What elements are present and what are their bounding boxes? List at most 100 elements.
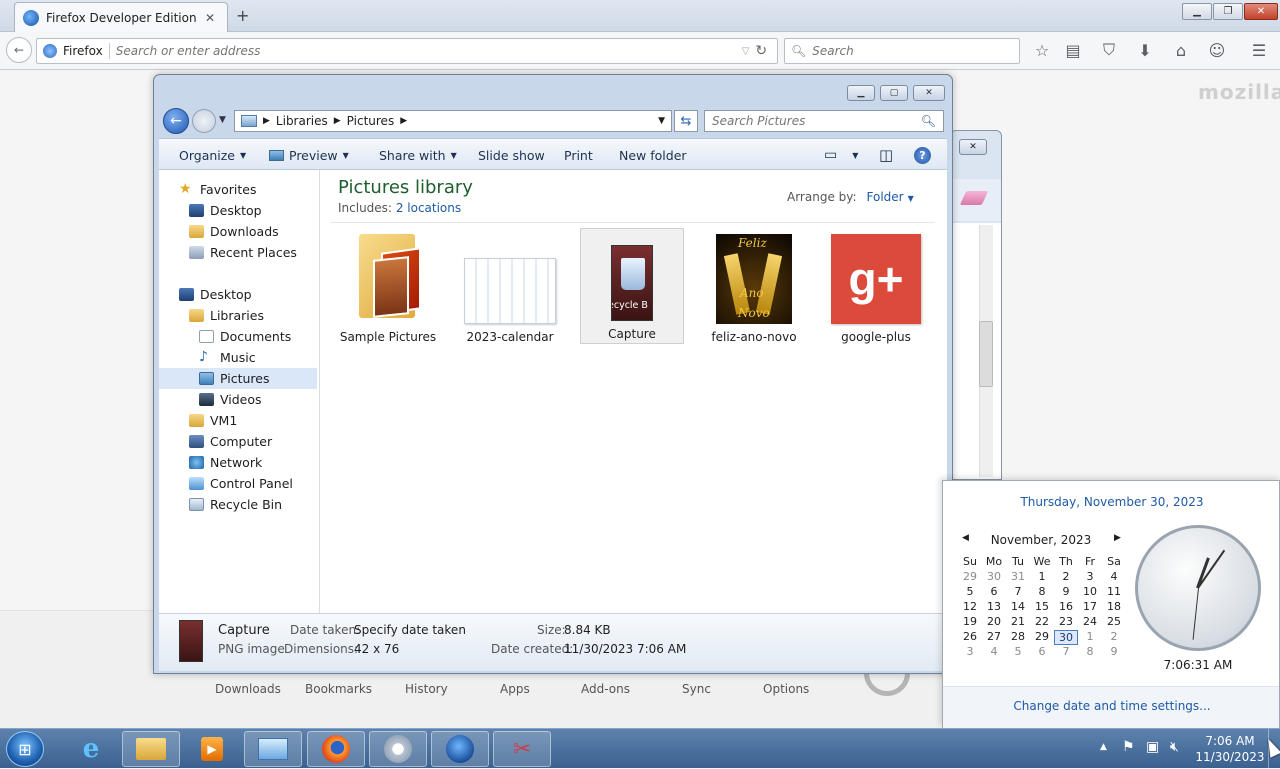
close-button[interactable]: ✕ <box>1244 3 1278 20</box>
calendar-day[interactable]: 23 <box>1054 615 1078 630</box>
explorer-window[interactable]: ▁ ▢ ✕ ← ▼ ▶ Libraries ▶ Pictures ▶ ▼ ⇆ 🔍… <box>153 74 953 674</box>
nav-videos[interactable]: Videos <box>159 389 317 410</box>
arrange-by-dropdown[interactable]: Folder <box>867 190 904 204</box>
calendar-day[interactable]: 11 <box>1102 585 1126 600</box>
slide-show-button[interactable]: Slide show <box>478 139 545 171</box>
nav-computer[interactable]: Computer <box>159 431 317 452</box>
launcher-options[interactable]: Options <box>763 682 809 696</box>
calendar-day[interactable]: 19 <box>958 615 982 630</box>
calendar-month-label[interactable]: November, 2023 <box>983 533 1099 547</box>
address-dropdown-icon[interactable]: ▼ <box>658 116 665 126</box>
calendar-day[interactable]: 2 <box>1102 630 1126 645</box>
nav-control-panel[interactable]: Control Panel <box>159 473 317 494</box>
chat-icon[interactable]: ☺ <box>1207 40 1227 60</box>
bookmark-star-icon[interactable]: ☆ <box>1032 40 1052 60</box>
calendar-day[interactable]: 30 <box>1054 630 1078 645</box>
nav-libraries[interactable]: Libraries <box>159 305 317 326</box>
calendar-day[interactable]: 7 <box>1054 645 1078 660</box>
calendar-day[interactable]: 5 <box>1006 645 1030 660</box>
launcher-downloads[interactable]: Downloads <box>215 682 281 696</box>
back-arrow-icon[interactable]: ← <box>6 37 32 63</box>
close-tab-icon[interactable]: ✕ <box>205 11 215 25</box>
calendar-day[interactable]: 4 <box>982 645 1006 660</box>
calendar-day[interactable]: 17 <box>1078 600 1102 615</box>
file-item-2023-calendar[interactable]: 2023-calendar <box>458 228 562 344</box>
explorer-back-arrow-icon[interactable]: ← <box>163 108 189 134</box>
hamburger-menu-icon[interactable]: ☰ <box>1249 40 1269 60</box>
calendar-day[interactable]: 28 <box>1006 630 1030 645</box>
breadcrumb-separator[interactable]: ▶ <box>263 116 270 126</box>
breadcrumb-libraries[interactable]: Libraries <box>276 114 328 128</box>
new-tab-icon[interactable]: + <box>236 6 249 25</box>
explorer-search-box[interactable]: 🔍︎ <box>704 110 944 132</box>
help-icon[interactable]: ? <box>914 147 931 164</box>
print-button[interactable]: Print <box>564 139 593 171</box>
preview-button[interactable]: Preview ▼ <box>269 139 349 171</box>
next-month-arrow-icon[interactable]: ▶ <box>1114 533 1121 543</box>
scrollbar-thumb[interactable] <box>979 321 993 387</box>
file-item-google-plus[interactable]: g+ google-plus <box>824 228 928 344</box>
calendar-day[interactable]: 6 <box>982 585 1006 600</box>
breadcrumb-separator[interactable]: ▶ <box>334 116 341 126</box>
firefox-search-input[interactable] <box>812 44 1003 58</box>
calendar-day[interactable]: 6 <box>1030 645 1054 660</box>
launcher-addons[interactable]: Add-ons <box>581 682 630 696</box>
start-button[interactable]: ⊞ <box>6 731 44 767</box>
show-hidden-icons-arrow[interactable]: ▲ <box>1100 742 1107 752</box>
calendar-day[interactable]: 7 <box>1006 585 1030 600</box>
explorer-search-input[interactable] <box>712 114 912 128</box>
launcher-apps[interactable]: Apps <box>500 682 530 696</box>
explorer-maximize-button[interactable]: ▢ <box>880 85 908 101</box>
calendar-day[interactable]: 29 <box>958 570 982 585</box>
reload-icon[interactable]: ↻ <box>755 43 767 59</box>
calendar-day[interactable]: 5 <box>958 585 982 600</box>
full-date-link[interactable]: Thursday, November 30, 2023 <box>943 495 1280 509</box>
taskbar-chrome[interactable] <box>369 731 427 767</box>
launcher-sync[interactable]: Sync <box>682 682 711 696</box>
calendar-day[interactable]: 29 <box>1030 630 1054 645</box>
nav-recent-places[interactable]: Recent Places <box>159 242 317 263</box>
calendar-day[interactable]: 26 <box>958 630 982 645</box>
maximize-button[interactable]: ❐ <box>1213 3 1243 20</box>
calendar-day[interactable]: 20 <box>982 615 1006 630</box>
nav-pictures[interactable]: Pictures <box>159 368 317 389</box>
calendar-day[interactable]: 22 <box>1030 615 1054 630</box>
previous-month-arrow-icon[interactable]: ◀ <box>962 533 969 543</box>
calendar-day[interactable]: 10 <box>1078 585 1102 600</box>
nav-documents[interactable]: Documents <box>159 326 317 347</box>
calendar-day[interactable]: 2 <box>1054 570 1078 585</box>
change-view-icon[interactable]: ▭ ▼ <box>824 139 858 171</box>
calendar-day[interactable]: 15 <box>1030 600 1054 615</box>
breadcrumb-separator[interactable]: ▶ <box>400 116 407 126</box>
calendar-day[interactable]: 31 <box>1006 570 1030 585</box>
breadcrumb-pictures[interactable]: Pictures <box>347 114 395 128</box>
recent-pages-chevron-icon[interactable]: ▼ <box>219 115 226 125</box>
calendar-day[interactable]: 3 <box>958 645 982 660</box>
minimize-button[interactable]: ▁ <box>1182 3 1212 20</box>
launcher-bookmarks[interactable]: Bookmarks <box>305 682 372 696</box>
file-item-capture[interactable]: ecycle B Capture <box>580 228 684 344</box>
calendar-day[interactable]: 8 <box>1030 585 1054 600</box>
calendar-day[interactable]: 12 <box>958 600 982 615</box>
explorer-close-button[interactable]: ✕ <box>913 85 945 101</box>
taskbar-internet-explorer[interactable]: e <box>62 731 120 767</box>
bookmarks-menu-icon[interactable]: ▤ <box>1063 40 1083 60</box>
chevron-down-icon[interactable]: ▼ <box>908 194 914 203</box>
network-tray-icon[interactable]: ▣ <box>1146 739 1159 755</box>
taskbar-file-explorer[interactable] <box>122 731 180 767</box>
calendar-day[interactable]: 13 <box>982 600 1006 615</box>
calendar-day[interactable]: 24 <box>1078 615 1102 630</box>
change-date-time-settings-link[interactable]: Change date and time settings... <box>943 699 1280 713</box>
calendar-day[interactable]: 27 <box>982 630 1006 645</box>
url-dropdown-icon[interactable]: ▽ <box>742 46 750 57</box>
background-explorer-window[interactable]: ✕ <box>950 130 1002 480</box>
file-item-feliz-ano-novo[interactable]: Feliz Ano Novo feliz-ano-novo <box>702 228 806 344</box>
url-input[interactable] <box>115 44 736 58</box>
url-bar[interactable]: Firefox ▽ ↻ <box>36 38 778 64</box>
new-folder-button[interactable]: New folder <box>619 139 687 171</box>
nav-recycle-bin[interactable]: Recycle Bin <box>159 494 317 515</box>
explorer-forward-arrow-icon[interactable] <box>192 109 216 133</box>
calendar-day[interactable]: 1 <box>1078 630 1102 645</box>
nav-downloads[interactable]: Downloads <box>159 221 317 242</box>
downloads-icon[interactable]: ⬇ <box>1135 40 1155 60</box>
